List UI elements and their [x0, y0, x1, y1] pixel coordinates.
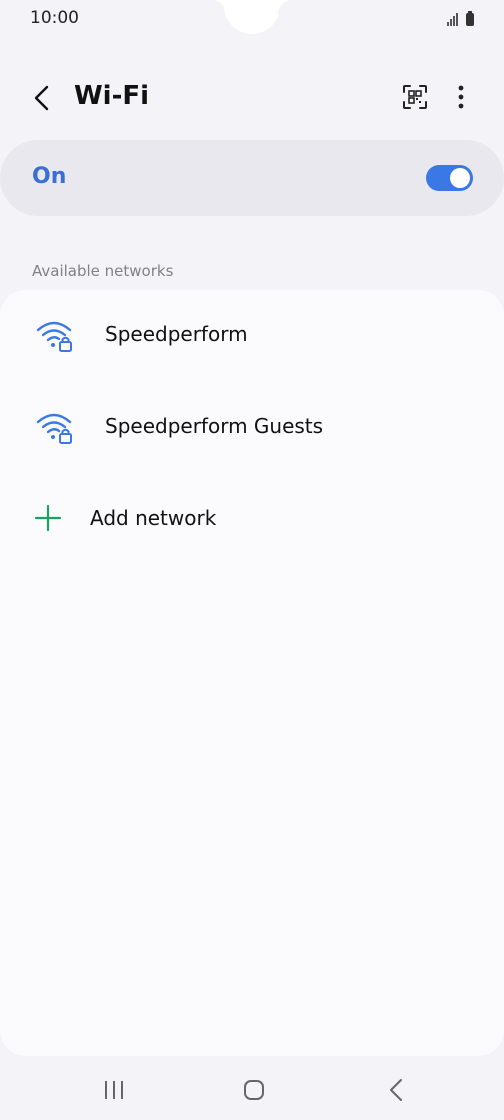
- plus-icon: [34, 504, 62, 532]
- signal-icon: [447, 12, 458, 26]
- network-name: Speedperform Guests: [105, 414, 324, 438]
- wifi-lock-icon: [36, 413, 72, 444]
- recents-button[interactable]: [94, 1074, 134, 1106]
- add-network-label: Add network: [90, 506, 217, 530]
- notch-corner-right: [278, 0, 292, 14]
- nav-back-button[interactable]: [376, 1074, 416, 1106]
- available-networks-header: Available networks: [32, 262, 174, 280]
- more-vertical-icon: [458, 85, 464, 109]
- app-header: Wi-Fi: [0, 68, 504, 128]
- qr-scan-button[interactable]: [396, 78, 434, 116]
- network-name: Speedperform: [105, 322, 248, 346]
- more-options-button[interactable]: [444, 78, 478, 116]
- network-item-speedperform[interactable]: Speedperform: [0, 290, 504, 382]
- wifi-lock-icon: [36, 321, 72, 352]
- back-icon: [390, 1079, 402, 1101]
- switch-knob: [450, 168, 470, 188]
- wifi-switch[interactable]: [426, 165, 473, 191]
- wifi-toggle-row[interactable]: On: [0, 140, 504, 216]
- battery-icon: [466, 11, 474, 26]
- chevron-left-icon: [34, 85, 49, 111]
- navigation-bar: [0, 1060, 504, 1120]
- status-time: 10:00: [30, 8, 79, 28]
- home-button[interactable]: [234, 1074, 274, 1106]
- add-network-button[interactable]: Add network: [0, 474, 504, 566]
- page-title: Wi-Fi: [74, 81, 150, 111]
- status-icons: [447, 10, 474, 26]
- wifi-toggle-label: On: [32, 164, 67, 189]
- networks-list: Speedperform Speedperform Guests Add net…: [0, 290, 504, 1056]
- qr-scan-icon: [403, 85, 427, 109]
- network-item-speedperform-guests[interactable]: Speedperform Guests: [0, 382, 504, 474]
- back-button[interactable]: [24, 80, 60, 116]
- home-icon: [244, 1080, 264, 1100]
- recents-icon: [105, 1081, 123, 1099]
- camera-notch: [224, 0, 280, 34]
